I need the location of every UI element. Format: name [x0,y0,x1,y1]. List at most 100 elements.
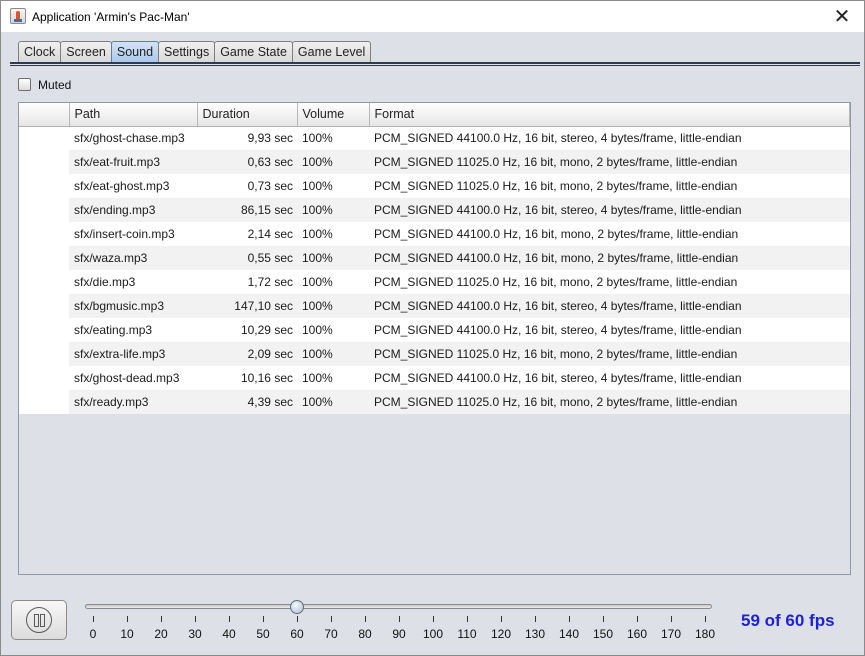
cell-volume: 100% [297,294,369,318]
table-row[interactable]: sfx/bgmusic.mp3 147,10 sec 100% PCM_SIGNED … [19,294,850,318]
fps-readout: 59 of 60 fps [741,611,835,630]
cell-duration: 0,73 sec [197,174,297,198]
cell-duration: 147,10 sec [197,294,297,318]
slider-tick [501,616,502,622]
table-row[interactable]: sfx/insert-coin.mp3 2,14 sec 100% PCM_SIGNE… [19,222,850,246]
slider-tick [93,616,94,622]
muted-label: Muted [38,78,72,92]
slider-tick [365,616,366,622]
window-title: Application 'Armin's Pac-Man' [32,10,190,24]
cell-volume: 100% [297,270,369,294]
table-row[interactable]: sfx/ready.mp3 4,39 sec 100% PCM_SIGNED 1102… [19,390,850,414]
slider-tick [705,616,706,622]
cell-volume: 100% [297,342,369,366]
tab-game-level[interactable]: Game Level [291,41,372,63]
cell-path: sfx/die.mp3 [69,270,197,294]
slider-tick-label: 30 [188,627,202,641]
slider-tick [331,616,332,622]
tab-game-state[interactable]: Game State [214,41,293,63]
cell-volume: 100% [297,366,369,390]
cell-index [19,198,69,222]
cell-format: PCM_SIGNED 44100.0 Hz, 16 bit, mono, 2 b… [369,222,850,246]
cell-format: PCM_SIGNED 44100.0 Hz, 16 bit, stereo, 4… [369,318,850,342]
table-row[interactable]: sfx/waza.mp3 0,55 sec 100% PCM_SIGNED 44100… [19,246,850,270]
cell-duration: 0,63 sec [197,150,297,174]
tab-clock[interactable]: Clock [18,41,62,63]
slider-tick-label: 150 [592,627,614,641]
table-row[interactable]: sfx/ghost-chase.mp3 9,93 sec 100% PCM_SIGNE… [19,126,850,150]
cell-path: sfx/insert-coin.mp3 [69,222,197,246]
cell-index [19,294,69,318]
slider-tick [229,616,230,622]
cell-format: PCM_SIGNED 44100.0 Hz, 16 bit, mono, 2 b… [369,246,850,270]
slider-tick-label: 160 [626,627,648,641]
cell-format: PCM_SIGNED 11025.0 Hz, 16 bit, mono, 2 b… [369,174,850,198]
app-window: Application 'Armin's Pac-Man' ✕ Clock Scr… [0,0,865,656]
slider-tick [399,616,400,622]
slider-tick [297,616,298,622]
cell-path: sfx/ending.mp3 [69,198,197,222]
slider-tick-label: 110 [457,627,477,641]
cell-volume: 100% [297,150,369,174]
table-row[interactable]: sfx/eat-fruit.mp3 0,63 sec 100% PCM_SIGNED … [19,150,850,174]
table-row[interactable]: sfx/ghost-dead.mp3 10,16 sec 100% PCM_SIGNE… [19,366,850,390]
fps-slider-track[interactable] [85,604,712,609]
tab-screen[interactable]: Screen [60,41,112,63]
cell-format: PCM_SIGNED 44100.0 Hz, 16 bit, stereo, 4… [369,198,850,222]
slider-tick [161,616,162,622]
table-row[interactable]: sfx/extra-life.mp3 2,09 sec 100% PCM_SIGNED… [19,342,850,366]
pause-icon [26,607,52,633]
close-button[interactable]: ✕ [830,4,854,28]
cell-duration: 0,55 sec [197,246,297,270]
table-header-row: Path Duration Volume Format [19,103,850,127]
slider-tick-label: 140 [558,627,580,641]
column-header-path[interactable]: Path [69,103,198,127]
slider-tick-label: 180 [694,627,716,641]
cell-duration: 2,14 sec [197,222,297,246]
tab-settings[interactable]: Settings [158,41,216,63]
column-header-index[interactable] [19,103,70,127]
cell-duration: 10,29 sec [197,318,297,342]
slider-tick-label: 50 [256,627,270,641]
table-row[interactable]: sfx/eat-ghost.mp3 0,73 sec 100% PCM_SIGNED … [19,174,850,198]
cell-format: PCM_SIGNED 11025.0 Hz, 16 bit, mono, 2 b… [369,270,850,294]
cell-index [19,318,69,342]
slider-tick [569,616,570,622]
slider-tick-label: 60 [290,627,304,641]
column-header-duration[interactable]: Duration [197,103,298,127]
cell-path: sfx/bgmusic.mp3 [69,294,197,318]
column-header-format[interactable]: Format [369,103,850,127]
cell-index [19,126,69,150]
slider-tick-label: 80 [358,627,372,641]
fps-slider-thumb[interactable] [290,600,304,614]
cell-index [19,246,69,270]
cell-index [19,150,69,174]
slider-tick-label: 90 [392,627,406,641]
cell-volume: 100% [297,198,369,222]
slider-tick [263,616,264,622]
cell-index [19,222,69,246]
slider-tick-label: 170 [660,627,682,641]
slider-tick-label: 130 [524,627,546,641]
slider-tick-label: 0 [89,627,97,641]
slider-tick [433,616,434,622]
table-row[interactable]: sfx/eating.mp3 10,29 sec 100% PCM_SIGNED 44… [19,318,850,342]
cell-path: sfx/eat-fruit.mp3 [69,150,197,174]
table-row[interactable]: sfx/die.mp3 1,72 sec 100% PCM_SIGNED 11025.… [19,270,850,294]
cell-format: PCM_SIGNED 44100.0 Hz, 16 bit, stereo, 4… [369,294,850,318]
slider-tick [467,616,468,622]
title-bar: Application 'Armin's Pac-Man' ✕ [1,1,864,32]
cell-index [19,366,69,390]
slider-tick [671,616,672,622]
tab-sound[interactable]: Sound [110,41,160,63]
slider-tick-label: 120 [490,627,512,641]
java-app-icon [10,8,26,24]
pause-button[interactable] [11,600,67,640]
cell-format: PCM_SIGNED 11025.0 Hz, 16 bit, mono, 2 b… [369,342,850,366]
slider-tick [127,616,128,622]
table-row[interactable]: sfx/ending.mp3 86,15 sec 100% PCM_SIGNED 44… [19,198,850,222]
muted-checkbox[interactable] [18,78,31,91]
cell-path: sfx/eating.mp3 [69,318,197,342]
column-header-volume[interactable]: Volume [297,103,370,127]
cell-duration: 86,15 sec [197,198,297,222]
